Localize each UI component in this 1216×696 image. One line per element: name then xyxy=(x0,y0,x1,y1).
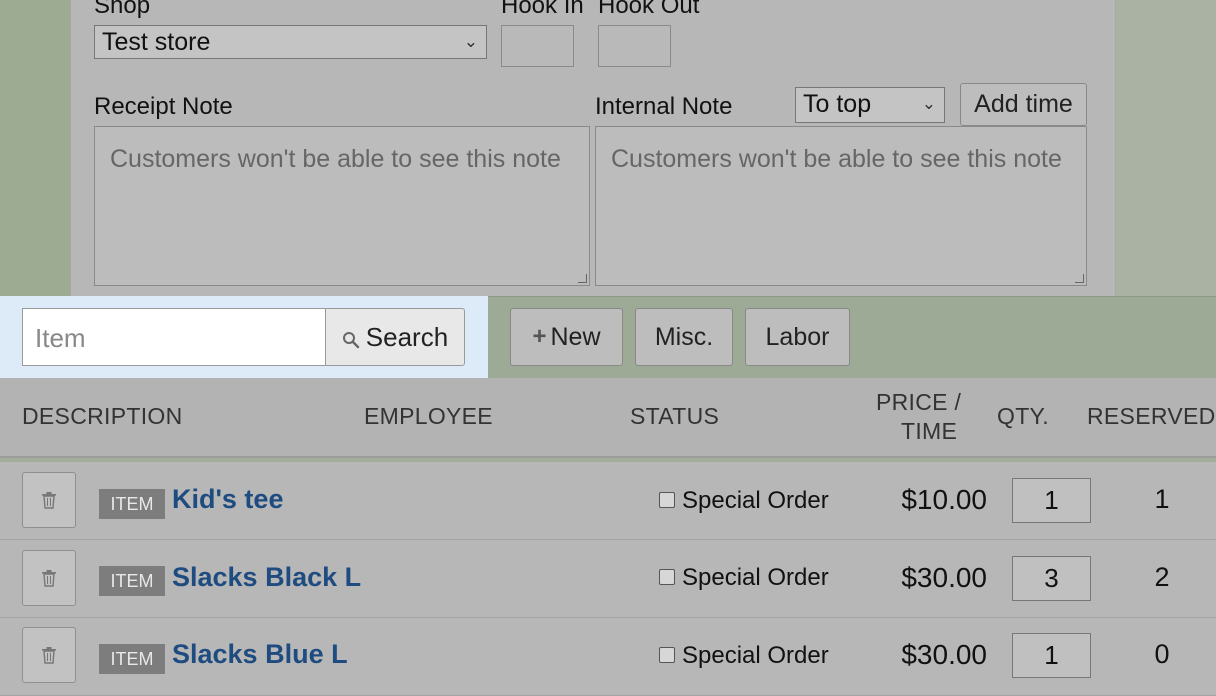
shop-label: Shop xyxy=(94,0,151,19)
trash-icon xyxy=(42,647,56,664)
resize-handle-icon[interactable] xyxy=(578,274,587,283)
special-order-label: Special Order xyxy=(682,642,829,669)
item-search-placeholder: Item xyxy=(35,323,86,353)
new-item-button[interactable]: + New xyxy=(510,308,623,366)
item-name-link[interactable]: Kid's tee xyxy=(172,484,283,515)
item-search-input[interactable]: Item xyxy=(22,308,327,366)
column-header-reserved: RESERVED xyxy=(1087,403,1216,429)
quantity-input[interactable]: 1 xyxy=(1012,633,1091,678)
delete-line-button[interactable] xyxy=(22,627,76,683)
magnifier-icon xyxy=(342,332,359,349)
add-time-button[interactable]: Add time xyxy=(960,83,1087,126)
internal-note-placeholder: Customers won't be able to see this note xyxy=(611,145,1062,173)
hook-out-label: Hook Out xyxy=(598,0,700,19)
special-order-label: Special Order xyxy=(682,487,829,514)
hook-in-field[interactable] xyxy=(501,25,574,67)
column-header-price-line2: TIME xyxy=(901,418,958,444)
trash-icon xyxy=(42,570,56,587)
note-position-select[interactable]: To top ⌄ xyxy=(795,87,945,123)
receipt-note-placeholder: Customers won't be able to see this note xyxy=(110,145,561,173)
labor-button-label: Labor xyxy=(765,322,830,351)
table-row: ITEM Kid's tee Special Order $10.00 1 1 xyxy=(0,462,1216,540)
item-price: $10.00 xyxy=(901,484,987,515)
item-name-link[interactable]: Slacks Blue L xyxy=(172,639,348,670)
right-background-strip xyxy=(1116,0,1216,296)
table-row: ITEM Slacks Black L Special Order $30.00… xyxy=(0,540,1216,618)
internal-note-textarea[interactable]: Customers won't be able to see this note xyxy=(595,126,1087,286)
plus-icon: + xyxy=(532,323,547,350)
reserved-count: 0 xyxy=(1154,639,1170,669)
chevron-down-icon: ⌄ xyxy=(921,94,936,113)
chevron-down-icon: ⌄ xyxy=(463,32,478,51)
column-header-price-line1: PRICE / xyxy=(876,389,962,415)
trash-icon xyxy=(42,492,56,509)
item-price: $30.00 xyxy=(901,562,987,593)
table-row: ITEM Slacks Blue L Special Order $30.00 … xyxy=(0,618,1216,696)
item-price: $30.00 xyxy=(901,639,987,670)
misc-button[interactable]: Misc. xyxy=(635,308,733,366)
item-type-badge: ITEM xyxy=(99,489,165,519)
internal-note-label: Internal Note xyxy=(595,93,733,120)
item-type-badge: ITEM xyxy=(99,566,165,596)
special-order-checkbox[interactable] xyxy=(659,492,675,508)
add-time-label: Add time xyxy=(974,90,1073,118)
delete-line-button[interactable] xyxy=(22,550,76,606)
special-order-label: Special Order xyxy=(682,564,829,591)
receipt-note-label: Receipt Note xyxy=(94,93,233,120)
line-items-header: DESCRIPTION EMPLOYEE STATUS PRICE / TIME… xyxy=(0,378,1216,458)
special-order-checkbox[interactable] xyxy=(659,647,675,663)
delete-line-button[interactable] xyxy=(22,472,76,528)
column-header-description: DESCRIPTION xyxy=(22,403,183,429)
reserved-count: 2 xyxy=(1154,562,1170,592)
quantity-input[interactable]: 1 xyxy=(1012,478,1091,523)
column-header-status: STATUS xyxy=(630,403,720,429)
hook-in-label: Hook In xyxy=(501,0,584,19)
special-order-checkbox[interactable] xyxy=(659,569,675,585)
item-name-link[interactable]: Slacks Black L xyxy=(172,562,361,593)
quantity-input[interactable]: 3 xyxy=(1012,556,1091,601)
search-button[interactable]: Search xyxy=(325,308,465,366)
resize-handle-icon[interactable] xyxy=(1075,274,1084,283)
misc-button-label: Misc. xyxy=(654,322,714,351)
shop-select[interactable]: Test store ⌄ xyxy=(94,25,487,59)
labor-button[interactable]: Labor xyxy=(745,308,850,366)
left-background-strip xyxy=(0,0,70,296)
receipt-note-textarea[interactable]: Customers won't be able to see this note xyxy=(94,126,590,286)
reserved-count: 1 xyxy=(1154,484,1170,514)
item-type-badge: ITEM xyxy=(99,644,165,674)
column-header-qty: QTY. xyxy=(997,403,1049,429)
new-button-label: New xyxy=(550,322,601,351)
search-button-label: Search xyxy=(365,321,449,352)
hook-out-field[interactable] xyxy=(598,25,671,67)
shop-select-value: Test store xyxy=(102,28,211,56)
note-position-value: To top xyxy=(803,90,872,118)
column-header-employee: EMPLOYEE xyxy=(364,403,493,429)
